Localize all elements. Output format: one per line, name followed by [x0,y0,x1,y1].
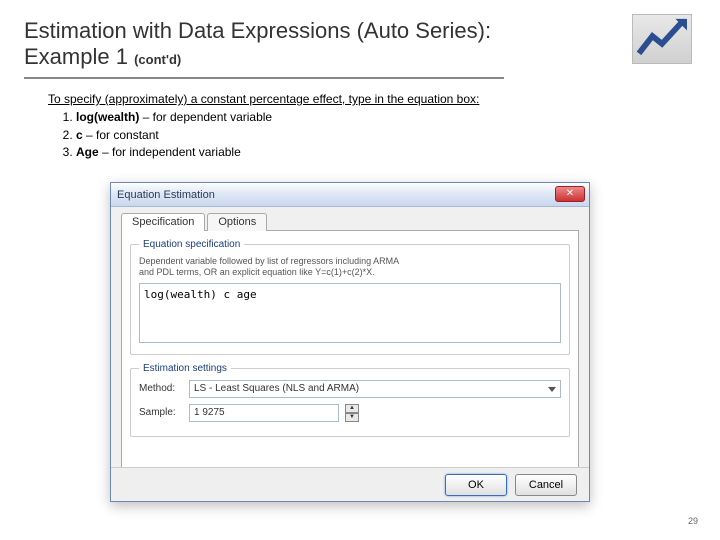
dialog-tabs: Specification Options [121,213,579,231]
slide-title: Estimation with Data Expressions (Auto S… [24,18,504,79]
title-text: Estimation with Data Expressions (Auto S… [24,18,491,69]
dialog-titlebar: Equation Estimation ✕ [111,183,589,207]
dialog-button-bar: OK Cancel [111,467,589,501]
estimation-settings-legend: Estimation settings [139,363,231,374]
tab-specification[interactable]: Specification [121,213,205,231]
equation-estimation-dialog: Equation Estimation ✕ Specification Opti… [110,182,590,502]
equation-hint: Dependent variable followed by list of r… [139,256,561,279]
sample-label: Sample: [139,407,183,418]
dialog-title: Equation Estimation [117,189,215,201]
equation-spec-legend: Equation specification [139,239,244,250]
sample-input[interactable]: 1 9275 [189,404,339,422]
method-select[interactable]: LS - Least Squares (NLS and ARMA) [189,380,561,398]
ok-button[interactable]: OK [445,474,507,496]
list-item: Age – for independent variable [76,145,648,161]
tab-options[interactable]: Options [207,213,267,231]
close-icon: ✕ [566,188,574,199]
method-label: Method: [139,383,183,394]
chevron-up-icon[interactable]: ▲ [345,404,359,413]
slide-body: To specify (approximately) a constant pe… [48,92,648,163]
equation-spec-group: Equation specification Dependent variabl… [130,239,570,355]
list-item: log(wealth) – for dependent variable [76,110,648,126]
sample-stepper[interactable]: ▲ ▼ [345,404,359,422]
intro-text: To specify (approximately) a constant pe… [48,92,648,106]
logo-chart-icon [632,14,692,64]
estimation-settings-group: Estimation settings Method: LS - Least S… [130,363,570,437]
close-button[interactable]: ✕ [555,186,585,202]
list-item: c – for constant [76,128,648,144]
title-contd: (cont'd) [134,52,181,67]
chevron-down-icon[interactable]: ▼ [345,413,359,422]
equation-input[interactable] [139,283,561,343]
cancel-button[interactable]: Cancel [515,474,577,496]
tab-panel-specification: Equation specification Dependent variabl… [121,230,579,476]
page-number: 29 [688,516,698,526]
